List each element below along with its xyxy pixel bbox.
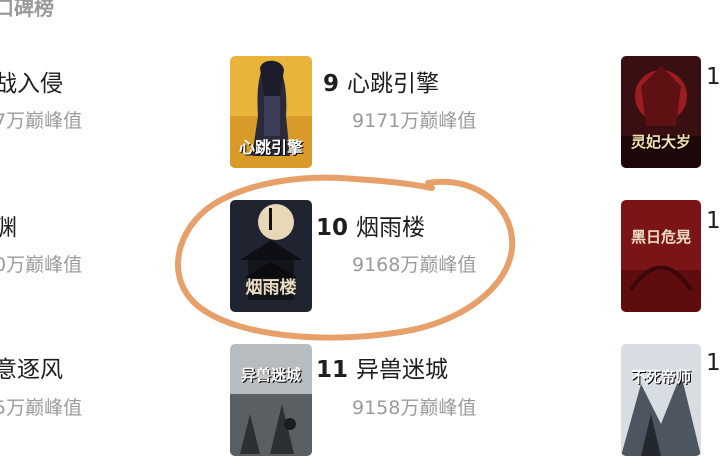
cover-title-yanyulou: 烟雨楼	[245, 278, 297, 298]
rank-number-11: 11	[316, 357, 349, 383]
book-peak-left-2: 0万巅峰值	[0, 254, 83, 276]
cover-art-yishou	[230, 344, 312, 456]
cover-art-right-2	[621, 200, 701, 312]
book-cover-xintiao[interactable]: 心跳引擎	[230, 56, 312, 168]
book-title-text-10: 烟雨楼	[356, 215, 426, 241]
rank-number-9: 9	[323, 71, 340, 97]
book-title-left-2[interactable]: 渊	[0, 208, 17, 242]
section-title: 口碑榜	[0, 0, 54, 20]
book-title-text-11: 异兽迷城	[356, 357, 449, 383]
book-title-10[interactable]: 10 烟雨楼	[316, 208, 425, 242]
rank-number-right-3: 1	[706, 350, 720, 376]
cover-title-right-1: 灵妃大岁	[630, 133, 691, 151]
book-title-9[interactable]: 9 心跳引擎	[323, 64, 439, 98]
book-title-left-3[interactable]: 意逐风	[0, 350, 63, 384]
book-peak-11: 9158万巅峰值	[352, 397, 477, 419]
book-cover-right-1[interactable]: 灵妃大岁	[621, 56, 701, 168]
book-cover-yishou[interactable]: 异兽迷城	[230, 344, 312, 456]
cover-art-right-3	[621, 344, 701, 456]
book-peak-left-1: 7万巅峰值	[0, 110, 83, 132]
rank-number-10: 10	[316, 215, 349, 241]
book-cover-right-2[interactable]: 黑日危晃	[621, 200, 701, 312]
book-cover-yanyulou[interactable]: 烟雨楼	[230, 200, 312, 312]
cover-title-xintiao: 心跳引擎	[238, 138, 303, 157]
book-peak-9: 9171万巅峰值	[352, 110, 477, 132]
cover-title-right-3: 不死帝师	[630, 368, 691, 386]
book-title-text-9: 心跳引擎	[347, 71, 440, 97]
cover-title-yishou: 异兽迷城	[240, 366, 301, 384]
book-title-11[interactable]: 11 异兽迷城	[316, 350, 448, 384]
rank-number-right-2: 1	[706, 208, 720, 234]
book-peak-left-3: 5万巅峰值	[0, 397, 83, 419]
cover-title-right-2: 黑日危晃	[630, 228, 691, 246]
book-peak-10: 9168万巅峰值	[352, 254, 477, 276]
book-title-left-1[interactable]: 战入侵	[0, 64, 63, 98]
rank-number-right-1: 1	[706, 64, 720, 90]
book-cover-right-3[interactable]: 不死帝师	[621, 344, 701, 456]
